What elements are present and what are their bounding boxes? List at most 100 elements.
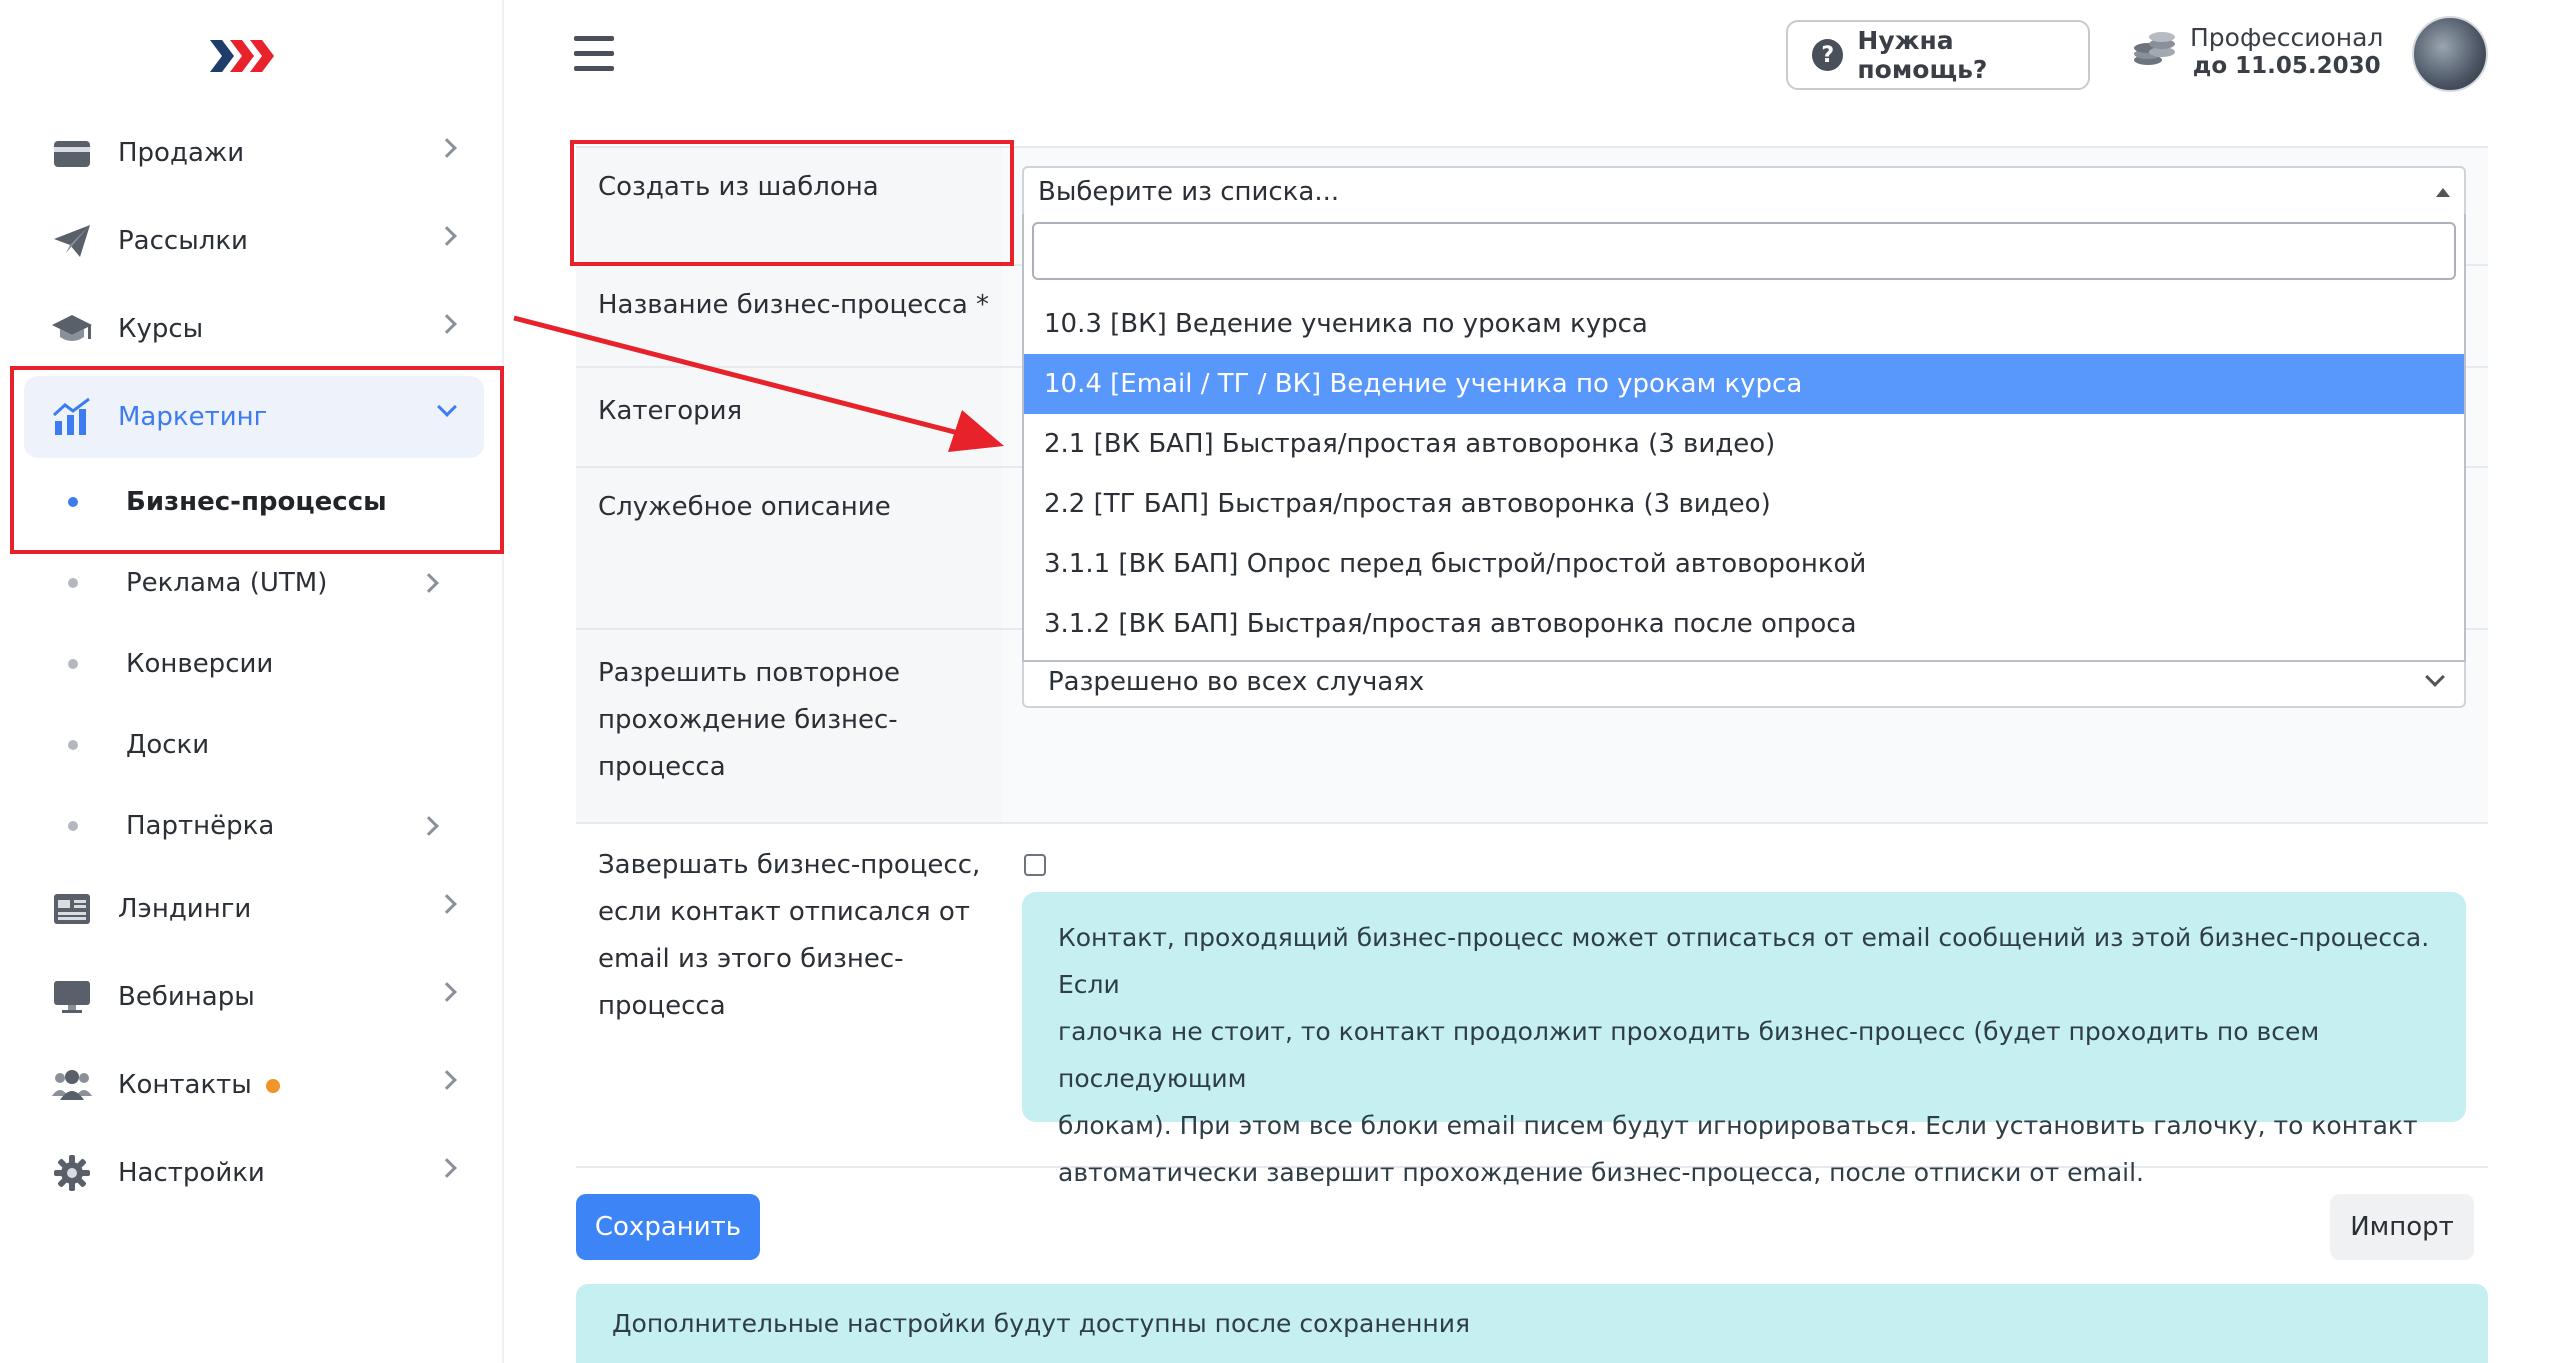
highlight-frame-marketing [10, 366, 504, 554]
plan-expiry: до 11.05.2030 [2192, 53, 2381, 79]
finish-on-unsubscribe-checkbox[interactable] [1024, 854, 1046, 876]
chevron-right-icon [437, 226, 457, 246]
chevron-right-icon [419, 573, 439, 593]
avatar[interactable] [2412, 16, 2488, 92]
credit-card-icon [50, 131, 94, 175]
chevron-right-icon [437, 314, 457, 334]
sidebar-subitem-utm[interactable]: Реклама (UTM) [24, 547, 484, 619]
chevron-right-icon [437, 894, 457, 914]
landing-page-icon [50, 887, 94, 931]
help-button-label: Нужна помощь? [1857, 26, 1988, 84]
row-category-label: Категория [576, 368, 1002, 468]
sidebar-subitem-label: Доски [126, 730, 210, 760]
save-button[interactable]: Сохранить [576, 1194, 760, 1260]
category-label: Категория [598, 396, 743, 426]
finish-label-line: процесса [598, 991, 726, 1021]
chevrons-logo-icon[interactable] [208, 36, 278, 80]
dropdown-option[interactable]: 3.1.1 [ВК БАП] Опрос перед быстрой/прост… [1024, 534, 2464, 594]
dropdown-option-highlighted[interactable]: 10.4 [Email / ТГ / ВК] Ведение ученика п… [1024, 354, 2464, 414]
graduation-cap-icon [50, 307, 94, 351]
paper-plane-icon [50, 219, 94, 263]
repeat-label-line: Разрешить повторное [598, 658, 901, 688]
sidebar: Продажи Рассылки Курсы Маркетинг Бизнес-… [0, 0, 504, 1363]
bullet-icon [68, 821, 78, 831]
import-button[interactable]: Импорт [2330, 1194, 2474, 1260]
finish-label-line: Завершать бизнес-процесс, [598, 850, 981, 880]
notification-dot [265, 1078, 280, 1093]
chevron-right-icon [437, 982, 457, 1002]
sidebar-item-landings[interactable]: Лэндинги [24, 868, 484, 950]
highlight-frame-template [570, 140, 1014, 266]
gear-icon [50, 1151, 94, 1195]
sidebar-subitem-label: Конверсии [126, 649, 274, 679]
template-select-placeholder: Выберите из списка... [1038, 177, 1340, 207]
plan-info[interactable]: Профессионал до 11.05.2030 [2130, 24, 2383, 80]
monitor-icon [50, 975, 94, 1019]
chevron-down-icon [2425, 667, 2445, 687]
sidebar-item-contacts[interactable]: Контакты [24, 1044, 484, 1126]
dropdown-search-input[interactable] [1032, 222, 2456, 280]
menu-toggle-button[interactable] [574, 36, 618, 72]
post-save-notice: Дополнительные настройки будут доступны … [576, 1284, 2488, 1363]
dropdown-option[interactable]: 2.2 [ТГ БАП] Быстрая/простая автоворонка… [1024, 474, 2464, 534]
finish-info-box: Контакт, проходящий бизнес-процесс может… [1022, 892, 2466, 1187]
sidebar-item-label: Рассылки [118, 226, 248, 256]
sidebar-item-label: Вебинары [118, 982, 255, 1012]
sidebar-item-sales[interactable]: Продажи [24, 112, 484, 194]
sidebar-item-label: Настройки [118, 1158, 265, 1188]
repeat-label: Разрешить повторное прохождение бизнес- … [598, 650, 900, 791]
question-icon: ? [1812, 39, 1844, 71]
info-line: галочка не стоит, то контакт продолжит п… [1058, 1017, 2320, 1093]
sidebar-item-courses[interactable]: Курсы [24, 288, 484, 370]
info-line: автоматически завершит прохождение бизне… [1058, 1158, 2144, 1187]
caret-up-icon [2436, 188, 2450, 197]
info-line: Контакт, проходящий бизнес-процесс может… [1058, 923, 2430, 999]
plan-name: Профессионал [2190, 23, 2384, 52]
sidebar-item-webinars[interactable]: Вебинары [24, 956, 484, 1038]
bullet-icon [68, 740, 78, 750]
sidebar-item-label: Продажи [118, 138, 245, 168]
burger-line [574, 36, 614, 41]
coins-icon [2130, 30, 2178, 74]
finish-label-line: если контакт отписался от [598, 897, 970, 927]
dropdown-option[interactable]: 3.1.2 [ВК БАП] Быстрая/простая автоворон… [1024, 594, 2464, 654]
dropdown-option[interactable]: 10.3 [ВК] Ведение ученика по урокам курс… [1024, 294, 2464, 354]
row-description-label: Служебное описание [576, 468, 1002, 630]
sidebar-item-settings[interactable]: Настройки [24, 1132, 484, 1214]
chevron-right-icon [437, 138, 457, 158]
chevron-right-icon [437, 1070, 457, 1090]
row-name-label: Название бизнес-процесса * [576, 266, 1002, 368]
description-label: Служебное описание [598, 492, 891, 522]
users-icon [50, 1063, 94, 1107]
sidebar-item-label-text: Контакты [118, 1070, 252, 1100]
chevron-right-icon [437, 1158, 457, 1178]
burger-line [574, 51, 614, 56]
template-dropdown: 10.3 [ВК] Ведение ученика по урокам курс… [1022, 214, 2466, 662]
sidebar-subitem-boards[interactable]: Доски [24, 709, 484, 781]
finish-label: Завершать бизнес-процесс, если контакт о… [598, 842, 980, 1030]
sidebar-item-label: Курсы [118, 314, 204, 344]
help-button[interactable]: ? Нужна помощь? [1786, 20, 2090, 90]
burger-line [574, 66, 614, 71]
repeat-select[interactable]: Разрешено во всех случаях [1022, 656, 2466, 708]
chevron-right-icon [419, 816, 439, 836]
dropdown-option[interactable]: 2.1 [ВК БАП] Быстрая/простая автоворонка… [1024, 414, 2464, 474]
sidebar-subitem-label: Реклама (UTM) [126, 568, 328, 598]
repeat-label-line: процесса [598, 752, 726, 782]
bullet-icon [68, 659, 78, 669]
sidebar-subitem-partners[interactable]: Партнёрка [24, 790, 484, 862]
row-repeat-label: Разрешить повторное прохождение бизнес- … [576, 630, 1002, 824]
info-line: блокам). При этом все блоки email писем … [1058, 1111, 2418, 1140]
row-finish-label: Завершать бизнес-процесс, если контакт о… [576, 824, 1002, 1168]
name-label: Название бизнес-процесса * [598, 290, 990, 320]
template-select[interactable]: Выберите из списка... [1022, 166, 2466, 218]
sidebar-item-mailings[interactable]: Рассылки [24, 200, 484, 282]
finish-label-line: email из этого бизнес- [598, 944, 904, 974]
sidebar-subitem-conversions[interactable]: Конверсии [24, 628, 484, 700]
bullet-icon [68, 578, 78, 588]
sidebar-item-label: Контакты [118, 1070, 280, 1100]
sidebar-item-label: Лэндинги [118, 894, 252, 924]
repeat-select-value: Разрешено во всех случаях [1048, 667, 1425, 697]
repeat-label-line: прохождение бизнес- [598, 705, 898, 735]
sidebar-subitem-label: Партнёрка [126, 811, 275, 841]
